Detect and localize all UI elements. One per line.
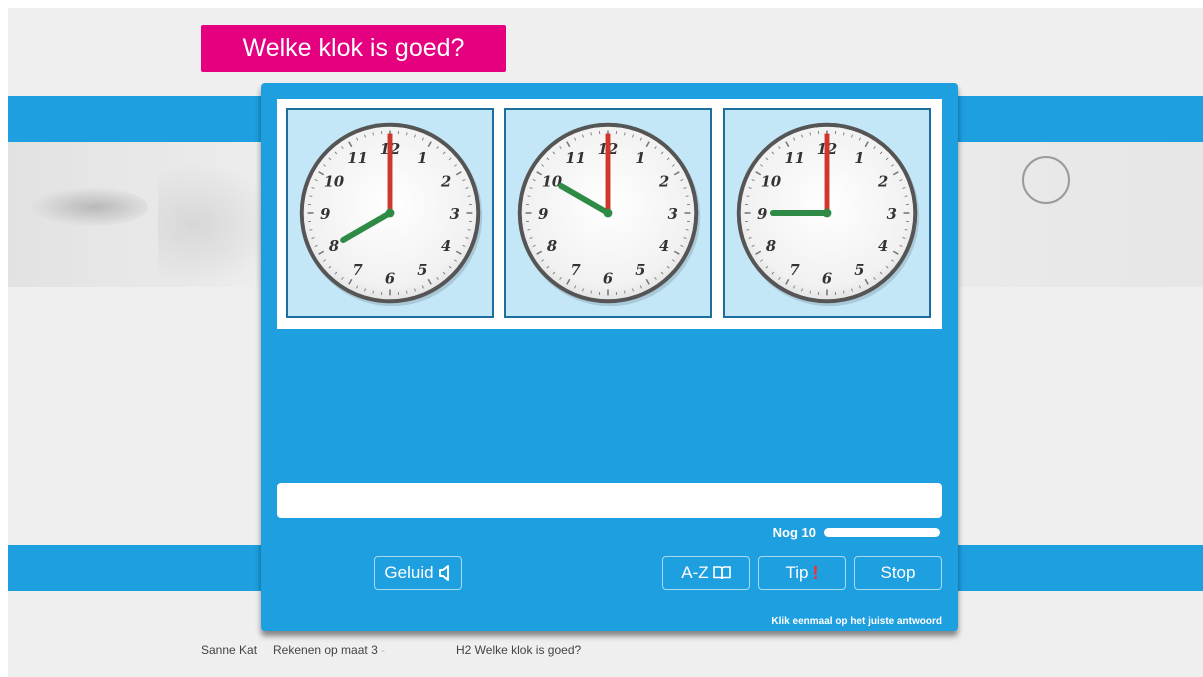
footer-course: Rekenen op maat 3 - <box>273 643 385 657</box>
clock-number: 3 <box>668 206 678 223</box>
clock-face-icon: 121234567891011 <box>299 122 483 307</box>
clock-number: 6 <box>385 271 395 288</box>
circle-icon <box>1022 156 1070 204</box>
clock-tick <box>372 132 374 136</box>
clock-tick <box>467 195 471 197</box>
clock-number: 1 <box>417 150 427 167</box>
photo-cheek <box>158 162 278 287</box>
footer-student: Sanne Kat <box>201 643 258 657</box>
clock-tick <box>309 195 313 197</box>
clock-number: 2 <box>658 174 669 191</box>
book-icon <box>712 566 731 580</box>
clock-options: 121234567891011 121234567891011 12123456… <box>277 99 942 329</box>
clock-number: 8 <box>547 238 557 255</box>
clock-pivot <box>822 208 832 218</box>
clock-tick <box>406 290 408 294</box>
clock-tick <box>746 195 750 197</box>
clock-tick <box>809 132 811 136</box>
clock-tick <box>527 229 531 231</box>
exercise-panel: 121234567891011 121234567891011 12123456… <box>261 83 958 631</box>
clock-number: 9 <box>757 206 767 223</box>
clock-tick <box>746 229 750 231</box>
clock-number: 7 <box>790 262 801 279</box>
clock-option-3[interactable]: 121234567891011 <box>723 108 931 318</box>
footer-lesson: H2 Welke klok is goed? <box>456 643 582 657</box>
clock-tick <box>809 290 811 294</box>
clock-tick <box>624 132 626 136</box>
clock-number: 10 <box>324 174 345 191</box>
footer-course-suffix: - <box>381 643 386 657</box>
dictionary-button[interactable]: A-Z <box>662 556 750 590</box>
clock-number: 4 <box>441 238 451 255</box>
clock-number: 2 <box>440 174 451 191</box>
clock-tick <box>904 229 908 231</box>
clock-pivot <box>385 208 395 218</box>
clock-pivot <box>603 208 613 218</box>
clock-number: 5 <box>635 262 645 279</box>
clock-number: 7 <box>353 262 364 279</box>
clock-number: 7 <box>571 262 582 279</box>
answer-field[interactable] <box>277 483 942 518</box>
clock-tick <box>467 229 471 231</box>
photo-eye <box>28 187 148 227</box>
clock-number: 11 <box>565 150 585 167</box>
stop-button-label: Stop <box>880 563 916 582</box>
sound-button-label: Geluid <box>384 563 434 582</box>
clock-number: 8 <box>766 238 776 255</box>
clock-option-2[interactable]: 121234567891011 <box>504 108 712 318</box>
clock-tick <box>527 195 531 197</box>
speaker-icon <box>438 565 452 581</box>
clock-number: 4 <box>878 238 888 255</box>
clock-tick <box>372 290 374 294</box>
clock-number: 3 <box>887 206 897 223</box>
tip-button[interactable]: Tip ! <box>758 556 846 590</box>
clock-number: 6 <box>822 271 832 288</box>
counter-label: Nog 10 <box>772 525 816 540</box>
clock-number: 1 <box>854 150 864 167</box>
clock-tick <box>309 229 313 231</box>
page-title: Welke klok is goed? <box>201 25 506 72</box>
clock-number: 1 <box>635 150 645 167</box>
clock-face-icon: 121234567891011 <box>736 122 920 307</box>
clock-tick <box>843 290 845 294</box>
tip-button-label: Tip <box>785 563 809 582</box>
clock-number: 8 <box>329 238 339 255</box>
clock-number: 2 <box>877 174 888 191</box>
clock-tick <box>590 132 592 136</box>
clock-number: 5 <box>417 262 427 279</box>
clock-tick <box>904 195 908 197</box>
stop-button[interactable]: Stop <box>854 556 942 590</box>
clock-tick <box>624 290 626 294</box>
clock-number: 3 <box>450 206 460 223</box>
clock-face-icon: 121234567891011 <box>517 122 701 307</box>
clock-tick <box>843 132 845 136</box>
clock-tick <box>590 290 592 294</box>
sound-button[interactable]: Geluid <box>374 556 462 590</box>
progress-bar <box>824 528 940 537</box>
clock-number: 9 <box>538 206 548 223</box>
clock-number: 4 <box>659 238 669 255</box>
clock-number: 11 <box>347 150 367 167</box>
footer-course-name: Rekenen op maat 3 <box>273 643 378 657</box>
instruction-text: Klik eenmaal op het juiste antwoord <box>771 616 942 627</box>
clock-number: 9 <box>320 206 330 223</box>
clock-option-1[interactable]: 121234567891011 <box>286 108 494 318</box>
clock-tick <box>685 195 689 197</box>
clock-tick <box>406 132 408 136</box>
clock-number: 6 <box>603 271 613 288</box>
clock-number: 11 <box>784 150 804 167</box>
exclamation-icon: ! <box>812 562 819 583</box>
dictionary-button-label: A-Z <box>681 563 709 582</box>
clock-number: 5 <box>854 262 864 279</box>
clock-tick <box>685 229 689 231</box>
clock-number: 10 <box>761 174 782 191</box>
